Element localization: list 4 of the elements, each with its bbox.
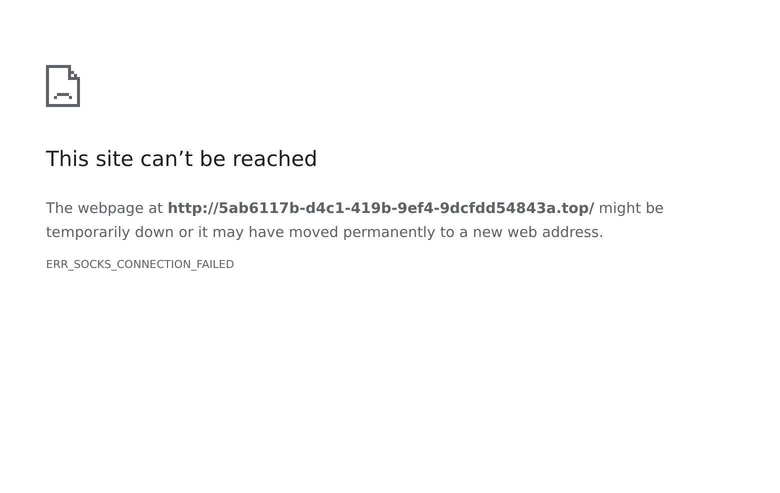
sad-page-icon xyxy=(46,65,80,107)
error-message: The webpage at http://5ab6117b-d4c1-419b-9ef4-9dcfdd54843a.top/ might be temporarily down or it may have moved permanently to a new web address. xyxy=(46,200,665,243)
error-heading: This site can’t be reached xyxy=(46,146,318,173)
error-code: ERR_SOCKS_CONNECTION_FAILED xyxy=(46,257,236,273)
